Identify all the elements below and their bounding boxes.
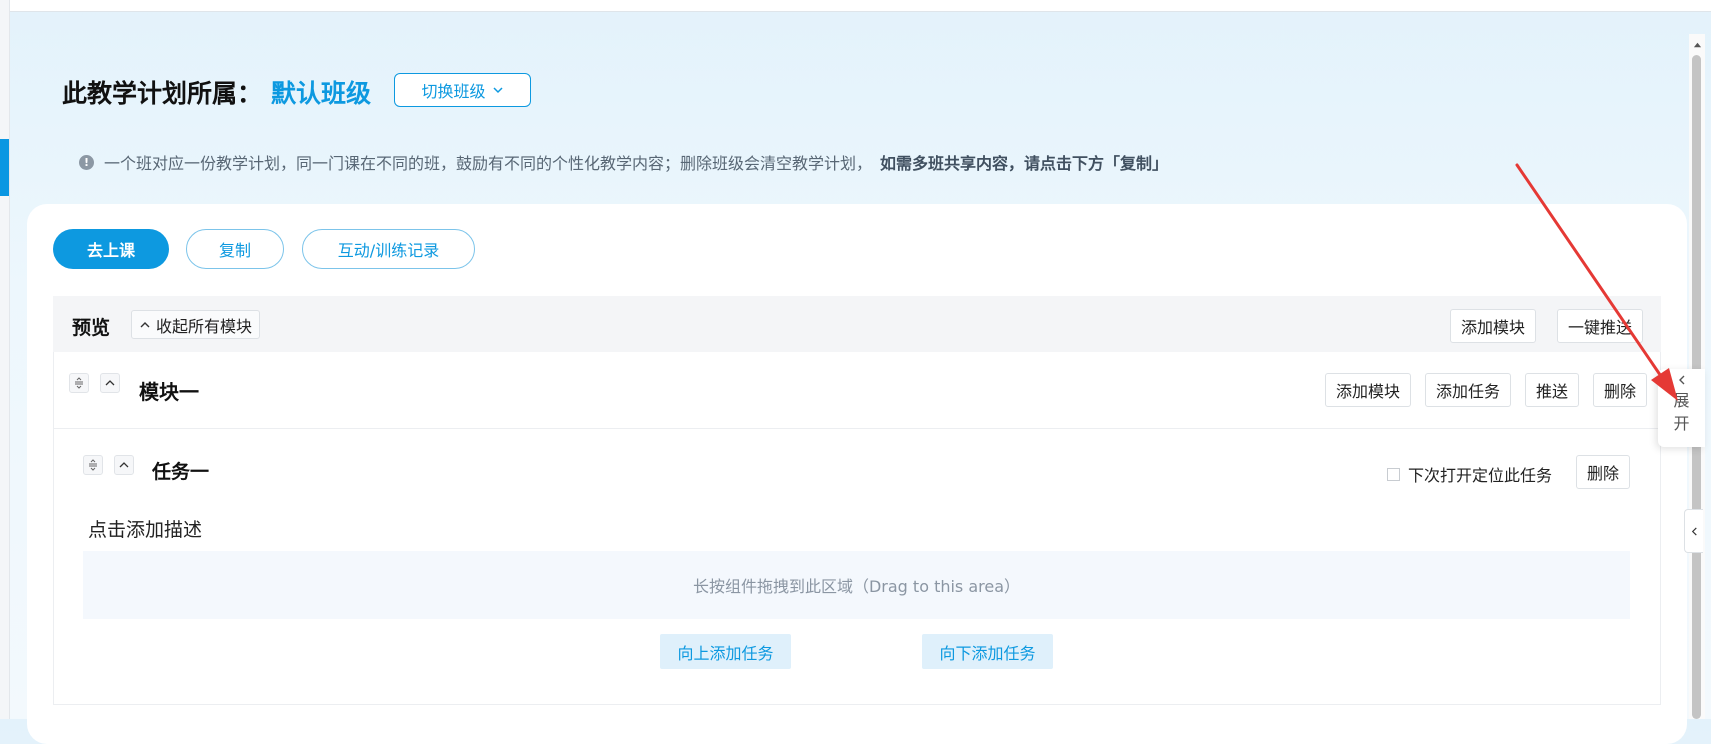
triangle-up-icon xyxy=(1693,42,1701,47)
task-drag-handle[interactable] xyxy=(83,455,103,475)
drag-sort-icon xyxy=(75,377,83,389)
chevron-left-icon xyxy=(1691,526,1697,536)
info-icon: ! xyxy=(79,154,94,170)
records-button[interactable]: 互动/训练记录 xyxy=(302,229,475,269)
expand-label-top: 展 xyxy=(1673,391,1690,410)
drag-sort-icon xyxy=(89,459,97,471)
notice-text: 一个班对应一份教学计划，同一门课在不同的班，鼓励有不同的个性化教学内容；删除班级… xyxy=(104,154,873,173)
locate-task-checkbox[interactable] xyxy=(1387,467,1400,481)
component-drop-zone[interactable]: 长按组件拖拽到此区域（Drag to this area） xyxy=(83,551,1630,619)
page-title: 此教学计划所属： xyxy=(62,79,263,108)
chevron-up-icon xyxy=(140,321,150,327)
chevron-down-icon xyxy=(492,87,503,94)
expand-panel-tab[interactable]: 展 开 xyxy=(1658,369,1705,447)
collapse-all-label: 收起所有模块 xyxy=(156,316,253,336)
module-collapse-toggle[interactable] xyxy=(100,373,120,393)
chevron-up-icon xyxy=(105,380,115,386)
chevron-up-icon xyxy=(119,462,129,468)
preview-bar xyxy=(53,296,1661,352)
add-task-above-button[interactable]: 向上添加任务 xyxy=(660,634,791,669)
top-border xyxy=(9,0,1711,12)
task-delete-button[interactable]: 删除 xyxy=(1576,455,1631,489)
switch-class-label: 切换班级 xyxy=(421,82,486,101)
task-title: 任务一 xyxy=(152,461,210,483)
module-title: 模块一 xyxy=(139,380,199,404)
left-panel-tab[interactable] xyxy=(0,139,9,196)
preview-add-module-button[interactable]: 添加模块 xyxy=(1450,309,1537,343)
module-delete-button[interactable]: 删除 xyxy=(1593,373,1648,407)
expand-label-bottom: 开 xyxy=(1673,414,1690,433)
push-all-button[interactable]: 一键推送 xyxy=(1557,309,1644,343)
scroll-up-button[interactable] xyxy=(1689,37,1705,53)
go-class-button[interactable]: 去上课 xyxy=(53,229,169,269)
module-push-button[interactable]: 推送 xyxy=(1525,373,1580,407)
notice-highlight: 如需多班共享内容，请点击下方「复制」 xyxy=(880,154,1169,173)
module-panel xyxy=(53,352,1661,705)
locate-task-label: 下次打开定位此任务 xyxy=(1408,466,1553,485)
preview-title: 预览 xyxy=(72,317,111,339)
switch-class-button[interactable]: 切换班级 xyxy=(394,73,531,107)
task-description-field[interactable]: 点击添加描述 xyxy=(88,515,202,542)
copy-button[interactable]: 复制 xyxy=(186,229,284,269)
notice-bar: ! 一个班对应一份教学计划，同一门课在不同的班，鼓励有不同的个性化教学内容；删除… xyxy=(79,150,1168,174)
locate-task-option[interactable]: 下次打开定位此任务 xyxy=(1387,462,1552,486)
module-add-module-button[interactable]: 添加模块 xyxy=(1325,373,1412,407)
add-task-button[interactable]: 添加任务 xyxy=(1425,373,1512,407)
module-divider xyxy=(53,428,1661,429)
module-drag-handle[interactable] xyxy=(69,373,89,393)
left-panel-edge xyxy=(0,0,10,719)
chevron-left-icon xyxy=(1678,375,1684,385)
task-collapse-toggle[interactable] xyxy=(114,455,134,475)
collapse-all-button[interactable]: 收起所有模块 xyxy=(131,310,261,339)
add-task-below-button[interactable]: 向下添加任务 xyxy=(922,634,1053,669)
class-name: 默认班级 xyxy=(271,79,372,108)
side-collapse-button[interactable] xyxy=(1684,509,1703,553)
